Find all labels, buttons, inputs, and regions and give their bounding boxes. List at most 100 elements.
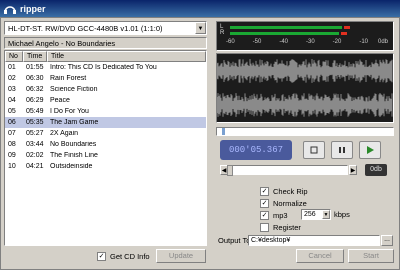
normalize-option[interactable]: ✓ Normalize [260, 197, 307, 209]
track-title: No Boundaries [50, 141, 97, 148]
track-number: 08 [8, 141, 16, 148]
cancel-button[interactable]: Cancel [296, 249, 344, 263]
track-list[interactable]: No Time Title 01 01:55 Intro: This CD Is D… [4, 50, 207, 246]
track-title: Outsideinside [50, 163, 93, 170]
track-title: The Finish Line [50, 152, 98, 159]
track-title: Intro: This CD Is Dedicated To You [50, 64, 157, 71]
normalize-checkbox[interactable]: ✓ [260, 198, 269, 208]
chevron-down-icon[interactable]: ▼ [322, 210, 330, 219]
track-number: 06 [8, 119, 16, 126]
track-row[interactable]: 08 03:44 No Boundaries [5, 139, 206, 150]
waveform-display [216, 53, 394, 123]
track-time: 06:32 [26, 86, 44, 93]
track-title: 2X Again [50, 130, 79, 137]
volume-slider[interactable] [227, 165, 348, 176]
bitrate-unit: kbps [334, 210, 350, 219]
track-number: 01 [8, 64, 16, 71]
drive-select[interactable]: HL-DT-ST. RW/DVD GCC-4480B v1.01 (1:1:0)… [4, 21, 207, 35]
column-no[interactable]: No [5, 51, 23, 62]
mp3-label: mp3 [273, 210, 288, 220]
meter-left-peak [344, 26, 350, 29]
title-bar: ripper [0, 0, 400, 17]
get-cd-info-checkbox[interactable]: ✓ [97, 251, 106, 261]
level-meter: L R -60 -50 -40 -30 -20 -10 0db [216, 21, 394, 51]
pause-icon [339, 147, 345, 153]
meter-tick-label: 0db [378, 39, 389, 45]
track-row[interactable]: 10 04:21 Outsideinside [5, 161, 206, 172]
register-checkbox[interactable] [260, 222, 269, 232]
track-time: 04:21 [26, 163, 44, 170]
stop-icon [310, 146, 318, 154]
volume-thumb[interactable] [227, 165, 233, 176]
play-button[interactable] [359, 141, 381, 159]
stop-button[interactable] [303, 141, 325, 159]
pause-button[interactable] [331, 141, 353, 159]
waveform [216, 59, 393, 117]
track-title: Peace [50, 97, 70, 104]
track-time: 05:49 [26, 108, 44, 115]
meter-tick-label: -50 [252, 39, 262, 45]
track-number: 09 [8, 152, 16, 159]
track-row[interactable]: 02 06:30 Rain Forest [5, 73, 206, 84]
play-icon [367, 146, 374, 154]
track-row[interactable]: 07 05:27 2X Again [5, 128, 206, 139]
track-number: 02 [8, 75, 16, 82]
gain-readout: 0db [365, 164, 387, 176]
register-label: Register [273, 222, 301, 232]
meter-right-bar [230, 32, 339, 35]
track-time: 05:35 [26, 119, 44, 126]
check-rip-label: Check Rip [273, 186, 308, 196]
track-row[interactable]: 01 01:55 Intro: This CD Is Dedicated To Yo… [5, 62, 206, 73]
window-title: ripper [20, 3, 46, 14]
meter-left-bar [230, 26, 342, 29]
browse-button[interactable]: ... [381, 235, 393, 246]
output-label: Output To [218, 236, 251, 245]
get-cd-info-option[interactable]: ✓ Get CD Info [97, 250, 150, 262]
column-time[interactable]: Time [23, 51, 47, 62]
track-time: 02:02 [26, 152, 44, 159]
meter-tick-label: -40 [279, 39, 288, 45]
time-display: 000'05.367 [220, 140, 292, 160]
track-number: 03 [8, 86, 16, 93]
meter-scale: -60 -50 -40 -30 -20 -10 0db [226, 39, 390, 50]
chevron-down-icon[interactable]: ▼ [195, 22, 206, 34]
track-row[interactable]: 06 05:35 The Jam Game [5, 117, 206, 128]
track-row[interactable]: 04 06:29 Peace [5, 95, 206, 106]
mp3-checkbox[interactable]: ✓ [260, 210, 269, 220]
meter-tick-label: -10 [359, 39, 368, 45]
track-number: 04 [8, 97, 16, 104]
track-time: 01:55 [26, 64, 44, 71]
volume-right-arrow[interactable]: ▶ [349, 165, 357, 175]
meter-right-peak [340, 32, 347, 35]
start-button[interactable]: Start [348, 249, 394, 263]
update-button[interactable]: Update [156, 249, 206, 263]
track-title: I Do For You [50, 108, 89, 115]
track-time: 06:30 [26, 75, 44, 82]
track-title: The Jam Game [50, 119, 99, 126]
track-number: 07 [8, 130, 16, 137]
column-title[interactable]: Title [47, 51, 206, 62]
drive-select-value: HL-DT-ST. RW/DVD GCC-4480B v1.01 (1:1:0) [8, 24, 163, 33]
seek-bar[interactable] [216, 127, 394, 136]
track-row[interactable]: 03 06:32 Science Fiction [5, 84, 206, 95]
output-path-field[interactable]: C:¥desktop¥ [248, 235, 380, 246]
mp3-option[interactable]: ✓ mp3 [260, 209, 288, 221]
album-title: Michael Angelo - No Boundaries [4, 37, 207, 49]
check-rip-option[interactable]: ✓ Check Rip [260, 185, 308, 197]
meter-right-label: R [220, 30, 225, 36]
track-title: Science Fiction [50, 86, 98, 93]
track-time: 06:29 [26, 97, 44, 104]
track-list-header: No Time Title [5, 51, 206, 62]
track-title: Rain Forest [50, 75, 87, 82]
track-row[interactable]: 05 05:49 I Do For You [5, 106, 206, 117]
bitrate-select[interactable]: 256 ▼ [301, 209, 331, 220]
track-number: 05 [8, 108, 16, 115]
meter-tick-label: -20 [332, 39, 342, 45]
check-rip-checkbox[interactable]: ✓ [260, 186, 269, 196]
bitrate-value: 256 [304, 211, 316, 218]
seek-thumb[interactable] [222, 128, 226, 135]
track-row[interactable]: 09 02:02 The Finish Line [5, 150, 206, 161]
meter-tick-label: -60 [226, 39, 235, 45]
register-option[interactable]: Register [260, 221, 301, 233]
track-time: 03:44 [26, 141, 44, 148]
